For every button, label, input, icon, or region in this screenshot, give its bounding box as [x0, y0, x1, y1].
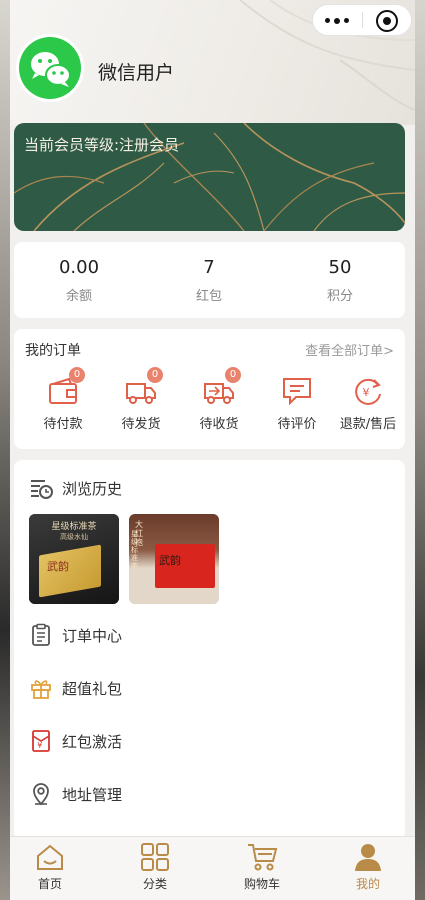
profile-header: 微信用户: [10, 0, 415, 125]
order-pending-shipment[interactable]: 0 待发货: [102, 367, 180, 432]
value-gift-label: 超值礼包: [62, 680, 123, 698]
red-packet-activate-label: 红包激活: [62, 733, 123, 751]
order-pending-receipt[interactable]: 0 待收货: [180, 367, 258, 432]
pending-receipt-badge: 0: [225, 367, 241, 383]
member-level: 当前会员等级:注册会员: [24, 136, 180, 154]
profile-page: 微信用户 当前会员等级:注册会员 0.00 余额 7 红包 50 积分 我的订单…: [10, 0, 415, 900]
history-icon: [31, 480, 53, 499]
refund-icon: ¥: [355, 378, 381, 405]
home-icon: [37, 844, 63, 870]
history-item-1-logo: 武韵: [47, 560, 69, 573]
tab-mine-label: 我的: [355, 877, 380, 891]
tab-cart-label: 购物车: [243, 877, 280, 891]
member-card[interactable]: 当前会员等级:注册会员: [14, 123, 405, 231]
tab-category[interactable]: 分类: [115, 841, 195, 892]
order-refund-aftersale[interactable]: ¥ 退款/售后: [332, 376, 404, 432]
pending-shipment-badge: 0: [147, 367, 163, 383]
wechat-logo-icon: [31, 52, 71, 87]
location-icon: [33, 783, 49, 806]
red-packet-label: 红包: [195, 289, 222, 304]
pending-payment-label: 待付款: [43, 417, 83, 432]
tab-category-label: 分类: [142, 877, 167, 891]
points-value: 50: [328, 257, 352, 278]
pending-shipment-label: 待发货: [121, 417, 161, 432]
bottom-tab-bar: 首页 分类 购物车 我的: [10, 836, 415, 900]
history-item-1-title: 星级标准茶: [51, 522, 97, 532]
refund-aftersale-label: 退款/售后: [339, 417, 397, 432]
clipboard-icon: [32, 623, 50, 646]
screen: 微信用户 当前会员等级:注册会员 0.00 余额 7 红包 50 积分 我的订单…: [0, 0, 425, 900]
balance-label: 余额: [65, 289, 92, 304]
grid-icon: [141, 843, 169, 871]
capsule-divider: [362, 12, 363, 28]
history-item-2[interactable]: 大红袍 星级标准茶 武韵: [129, 514, 219, 604]
cart-icon: [248, 844, 278, 871]
comment-icon: [283, 378, 311, 406]
tab-home-label: 首页: [37, 877, 62, 891]
background-right-strip: [415, 0, 425, 900]
points-label: 积分: [326, 289, 353, 304]
background-left-strip: [0, 0, 10, 900]
mini-program-capsule: [312, 4, 412, 36]
address-management-label: 地址管理: [62, 786, 123, 804]
svg-text:¥: ¥: [363, 386, 370, 399]
history-item-2-subtitle: 星级标准茶: [131, 530, 138, 570]
my-orders-section: 我的订单 查看全部订单> 0 待付款 0 待发货 0 待收货 待评价 ¥ 退款/…: [14, 329, 405, 449]
view-all-orders-link[interactable]: 查看全部订单>: [305, 340, 394, 359]
balance-value: 0.00: [58, 257, 100, 278]
balance-stat[interactable]: 0.00 余额: [14, 257, 144, 304]
red-packet-value: 7: [203, 257, 215, 278]
tab-home[interactable]: 首页: [10, 841, 90, 892]
user-icon: [355, 844, 381, 871]
username: 微信用户: [98, 62, 175, 84]
tab-mine[interactable]: 我的: [328, 841, 408, 892]
pending-payment-badge: 0: [69, 367, 85, 383]
history-item-1-subtitle: 高级水仙: [60, 533, 88, 541]
pending-review-label: 待评价: [277, 417, 317, 432]
svg-text:¥: ¥: [37, 741, 42, 750]
red-packet-stat[interactable]: 7 红包: [144, 257, 274, 304]
order-center-label: 订单中心: [62, 627, 123, 645]
menu-section: 浏览历史 星级标准茶 高级水仙 武韵 大红袍 星级标准茶 武韵 订单中心 超值礼…: [14, 460, 405, 840]
points-stat[interactable]: 50 积分: [275, 257, 405, 304]
red-packet-icon: ¥: [32, 730, 50, 752]
pending-receipt-label: 待收货: [199, 417, 239, 432]
gift-icon: [31, 680, 51, 699]
history-item-2-logo: 武韵: [159, 554, 181, 567]
order-pending-review[interactable]: 待评价: [258, 376, 336, 432]
avatar[interactable]: [16, 34, 84, 102]
tab-cart[interactable]: 购物车: [222, 841, 302, 892]
close-mini-program-icon[interactable]: [376, 10, 398, 32]
browse-history-label: 浏览历史: [62, 480, 123, 498]
more-menu-icon[interactable]: [325, 17, 349, 24]
orders-title: 我的订单: [25, 343, 81, 359]
history-item-1[interactable]: 星级标准茶 高级水仙 武韵: [29, 514, 119, 604]
order-pending-payment[interactable]: 0 待付款: [24, 367, 102, 432]
account-stats: 0.00 余额 7 红包 50 积分: [14, 242, 405, 318]
